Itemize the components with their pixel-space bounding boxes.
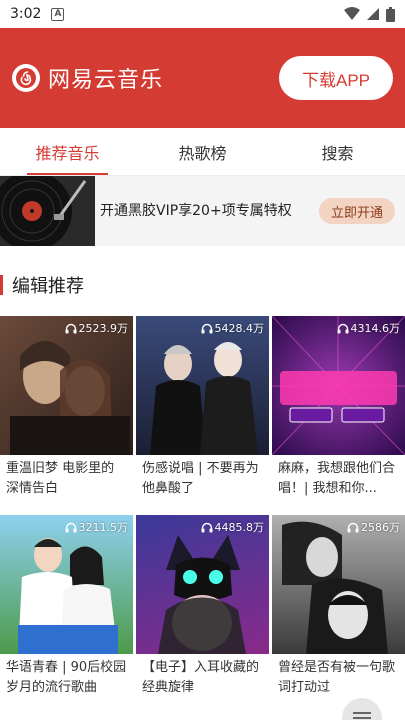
playlist-card[interactable]: 2523.9万 重温旧梦 电影里的深情告白: [0, 316, 133, 503]
play-count-value: 2586万: [361, 521, 400, 534]
playlist-card[interactable]: 5428.4万 伤感说唱 | 不要再为他鼻酸了: [136, 316, 269, 503]
playlist-cover: 2586万: [272, 515, 405, 654]
cover-image: [272, 316, 405, 455]
playlist-card[interactable]: 4485.8万 【电子】入耳收藏的经典旋律: [136, 515, 269, 702]
playlist-card[interactable]: 4314.6万 麻麻，我想跟他们合唱！| 我想和你...: [272, 316, 405, 503]
playlist-card[interactable]: 3211.5万 华语青春 | 90后校园岁月的流行歌曲: [0, 515, 133, 702]
headphones-icon: [347, 522, 359, 532]
section-header: 编辑推荐: [0, 262, 405, 308]
status-time: 3:02: [10, 6, 42, 22]
playlist-card[interactable]: 2586万 曾经是否有被一句歌词打动过: [272, 515, 405, 702]
section-title: 编辑推荐: [12, 276, 84, 297]
tab-hot-chart[interactable]: 热歌榜: [135, 128, 270, 175]
vinyl-record-icon: [0, 176, 95, 246]
main-tabs: 推荐音乐 热歌榜 搜索: [0, 128, 405, 176]
playlist-title: 曾经是否有被一句歌词打动过: [278, 660, 396, 695]
headphones-icon: [201, 323, 212, 333]
app-name: 网易云音乐: [48, 68, 164, 93]
app-header: 网易云音乐 下载APP: [0, 28, 405, 128]
cover-image: [18, 538, 118, 654]
play-count: 4485.8万: [201, 519, 265, 535]
tab-recommended-music[interactable]: 推荐音乐: [0, 128, 135, 175]
playlist-title: 【电子】入耳收藏的经典旋律: [142, 660, 260, 695]
play-count-value: 4485.8万: [214, 521, 265, 534]
menu-icon: [353, 712, 371, 719]
cover-image: [282, 521, 388, 654]
play-count-value: 2523.9万: [78, 322, 129, 335]
download-app-button[interactable]: 下载APP: [279, 56, 393, 100]
playlist-cover: 3211.5万: [0, 515, 133, 654]
play-count: 2586万: [347, 519, 400, 535]
vip-promo-text: 开通黑胶VIP享20+项专属特权: [100, 203, 292, 219]
netease-logo-icon: [12, 64, 40, 92]
playlist-cover: 2523.9万: [0, 316, 133, 455]
section-accent-bar: [0, 275, 3, 295]
vip-open-button[interactable]: 立即开通: [319, 198, 395, 224]
playlist-title: 华语青春 | 90后校园岁月的流行歌曲: [6, 660, 127, 695]
headphones-icon: [201, 522, 212, 532]
play-count-value: 4314.6万: [350, 322, 401, 335]
vip-banner[interactable]: 开通黑胶VIP享20+项专属特权 立即开通: [0, 176, 405, 246]
play-count: 4314.6万: [337, 320, 401, 336]
cover-image: [158, 535, 246, 654]
status-bar: 3:02 A: [0, 0, 405, 28]
headphones-icon: [65, 323, 76, 333]
cover-image: [10, 341, 130, 455]
playlist-cover: 4485.8万: [136, 515, 269, 654]
play-count-value: 3211.5万: [78, 521, 129, 534]
notification-icon: A: [51, 7, 65, 21]
playlist-title: 伤感说唱 | 不要再为他鼻酸了: [142, 461, 259, 496]
play-count: 5428.4万: [201, 320, 265, 336]
playlist-cover: 4314.6万: [272, 316, 405, 455]
tab-search[interactable]: 搜索: [270, 128, 405, 175]
play-count-value: 5428.4万: [214, 322, 265, 335]
playlist-title: 麻麻，我想跟他们合唱！| 我想和你...: [278, 461, 396, 496]
wifi-icon: [344, 7, 360, 20]
cover-image: [150, 342, 258, 455]
playlist-grid: 2523.9万 重温旧梦 电影里的深情告白 5428.4万 伤感说唱 | 不要再…: [0, 316, 405, 702]
battery-icon: [386, 6, 395, 22]
status-icons: [344, 6, 395, 22]
signal-icon: [367, 8, 379, 20]
play-count: 3211.5万: [65, 519, 129, 535]
playlist-title: 重温旧梦 电影里的深情告白: [6, 461, 115, 496]
play-count: 2523.9万: [65, 320, 129, 336]
headphones-icon: [65, 522, 76, 532]
headphones-icon: [337, 323, 348, 333]
playlist-cover: 5428.4万: [136, 316, 269, 455]
